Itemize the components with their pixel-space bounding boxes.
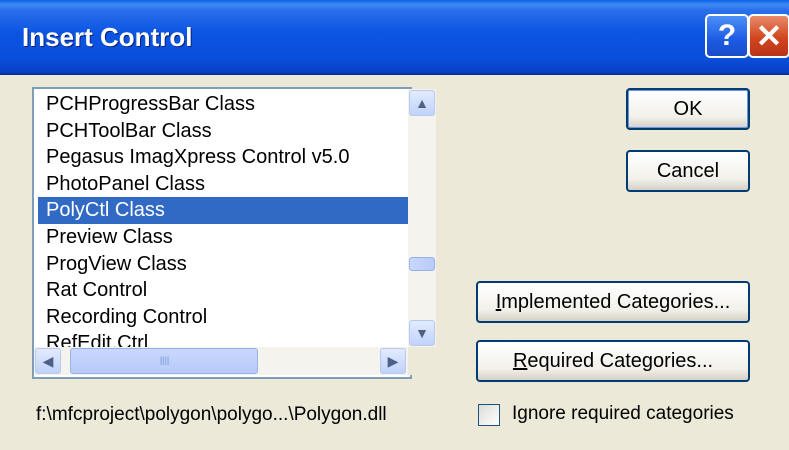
list-item[interactable]: ProgView Class xyxy=(38,251,408,278)
horizontal-scroll-thumb[interactable]: IIII xyxy=(70,348,258,374)
vertical-scrollbar[interactable]: ▲ ▼ xyxy=(408,89,436,347)
list-item[interactable]: Recording Control xyxy=(38,304,408,331)
chevron-right-icon: ▶ xyxy=(387,352,399,369)
required-categories-label: Required Categories... xyxy=(513,350,713,373)
grip-icon: IIII xyxy=(159,354,169,368)
dialog-title: Insert Control xyxy=(22,22,193,52)
ignore-required-categories-label[interactable]: Ignore required categories xyxy=(512,403,734,425)
list-item[interactable]: Rat Control xyxy=(38,277,408,304)
scroll-down-button[interactable]: ▼ xyxy=(409,320,435,346)
controls-list: PCHProgressBar Class PCHToolBar Class Pega… xyxy=(38,91,408,357)
list-item[interactable]: PCHProgressBar Class xyxy=(38,91,408,118)
list-item[interactable]: PolyCtl Class xyxy=(38,197,408,224)
chevron-down-icon: ▼ xyxy=(415,325,429,341)
control-path-text: f:\mfcproject\polygon\polygo...\Polygon.… xyxy=(36,404,387,425)
ok-button-label: OK xyxy=(673,97,703,120)
required-accelerator: R xyxy=(512,349,528,372)
list-item[interactable]: PhotoPanel Class xyxy=(38,171,408,198)
list-item[interactable]: PCHToolBar Class xyxy=(38,118,408,145)
implemented-categories-button[interactable]: Implemented Categories... xyxy=(476,281,750,323)
title-bar[interactable]: Insert Control ? ✕ xyxy=(0,0,789,75)
help-icon: ? xyxy=(717,19,737,52)
cancel-button[interactable]: Cancel xyxy=(626,150,750,192)
required-categories-text: equired Categories... xyxy=(527,349,714,372)
scroll-up-button[interactable]: ▲ xyxy=(409,90,435,116)
required-categories-button[interactable]: Required Categories... xyxy=(476,340,750,382)
ignore-required-categories-checkbox[interactable] xyxy=(478,404,500,426)
close-icon: ✕ xyxy=(755,18,783,54)
scrollbar-corner xyxy=(408,347,436,375)
chevron-up-icon: ▲ xyxy=(415,95,429,111)
scroll-left-button[interactable]: ◀ xyxy=(35,348,61,374)
implemented-categories-label: Implemented Categories... xyxy=(496,291,731,314)
implemented-categories-text: mplemented Categories... xyxy=(501,290,731,313)
vertical-scroll-thumb[interactable] xyxy=(409,257,435,271)
ok-button[interactable]: OK xyxy=(626,88,750,130)
list-item[interactable]: Preview Class xyxy=(38,224,408,251)
close-button[interactable]: ✕ xyxy=(748,14,789,58)
horizontal-scrollbar[interactable]: ◀ IIII ▶ xyxy=(34,347,408,375)
insert-control-dialog: Insert Control ? ✕ PCHProgressBar Class P… xyxy=(0,0,789,450)
help-button[interactable]: ? xyxy=(705,14,749,58)
controls-listbox[interactable]: PCHProgressBar Class PCHToolBar Class Pega… xyxy=(32,87,436,379)
cancel-button-label: Cancel xyxy=(656,159,720,182)
list-item[interactable]: Pegasus ImagXpress Control v5.0 xyxy=(38,144,408,171)
scroll-right-button[interactable]: ▶ xyxy=(380,348,406,374)
chevron-left-icon: ◀ xyxy=(42,352,54,369)
